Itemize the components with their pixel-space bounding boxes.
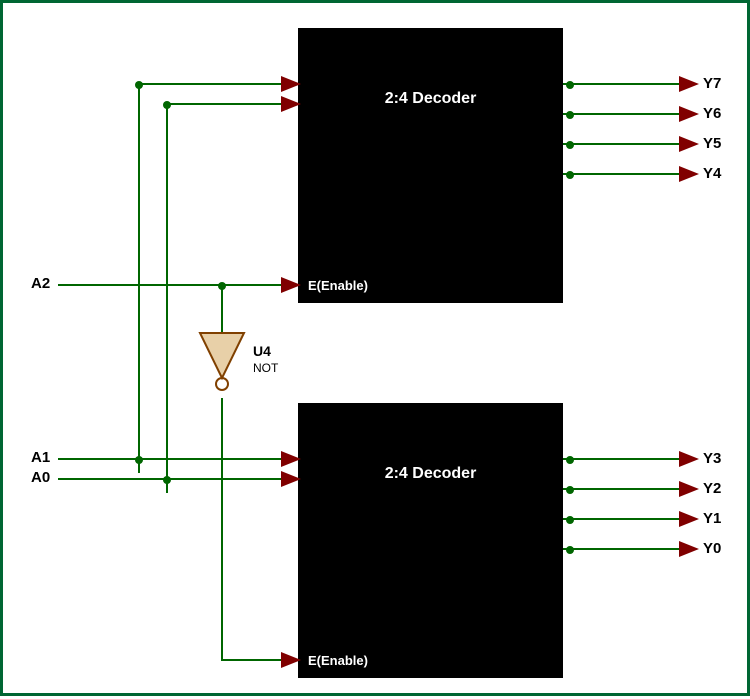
diagram-canvas: 2:4 Decoder E(Enable) 2:4 Decoder E(Enab… — [0, 0, 750, 696]
arrows-layer — [3, 3, 750, 699]
